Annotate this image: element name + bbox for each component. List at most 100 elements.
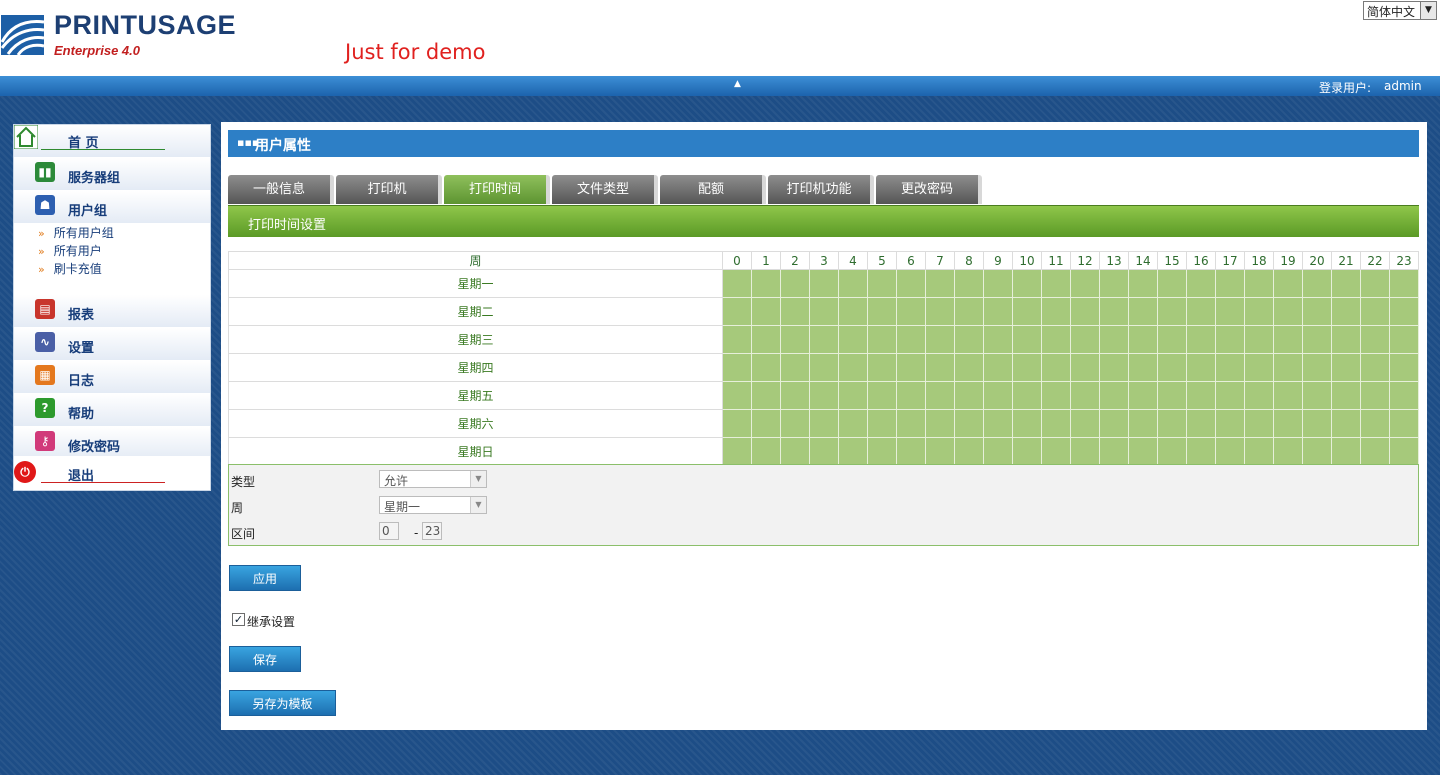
time-slot-cell[interactable] xyxy=(1302,381,1332,410)
time-slot-cell[interactable] xyxy=(954,409,984,438)
time-slot-cell[interactable] xyxy=(867,269,897,298)
time-slot-cell[interactable] xyxy=(1244,325,1274,354)
time-slot-cell[interactable] xyxy=(751,437,781,466)
time-slot-cell[interactable] xyxy=(1128,297,1158,326)
time-slot-cell[interactable] xyxy=(1331,381,1361,410)
time-slot-cell[interactable] xyxy=(1389,269,1419,298)
time-slot-cell[interactable] xyxy=(1360,437,1390,466)
time-slot-cell[interactable] xyxy=(1186,269,1216,298)
time-slot-cell[interactable] xyxy=(1244,297,1274,326)
time-slot-cell[interactable] xyxy=(1012,297,1042,326)
time-slot-cell[interactable] xyxy=(1186,353,1216,382)
chevron-down-icon[interactable]: ▼ xyxy=(1420,2,1436,19)
tab-print-time[interactable]: 打印时间 xyxy=(444,175,550,204)
time-slot-cell[interactable] xyxy=(1360,269,1390,298)
time-slot-cell[interactable] xyxy=(838,353,868,382)
time-slot-cell[interactable] xyxy=(1070,381,1100,410)
time-slot-cell[interactable] xyxy=(1244,353,1274,382)
time-slot-cell[interactable] xyxy=(1070,297,1100,326)
time-slot-cell[interactable] xyxy=(1041,381,1071,410)
time-slot-cell[interactable] xyxy=(925,409,955,438)
sidebar-item-user-group[interactable]: ☗ 用户组 xyxy=(14,191,210,224)
time-slot-cell[interactable] xyxy=(722,297,752,326)
time-slot-cell[interactable] xyxy=(1099,325,1129,354)
time-slot-cell[interactable] xyxy=(1157,353,1187,382)
time-slot-cell[interactable] xyxy=(1273,381,1303,410)
sidebar-subitem-all-user-groups[interactable]: » 所有用户组 xyxy=(38,224,114,241)
time-slot-cell[interactable] xyxy=(1389,353,1419,382)
time-slot-cell[interactable] xyxy=(1157,437,1187,466)
time-slot-cell[interactable] xyxy=(1041,325,1071,354)
time-slot-cell[interactable] xyxy=(983,297,1013,326)
sidebar-item-reports[interactable]: ▤ 报表 xyxy=(14,295,210,328)
time-slot-cell[interactable] xyxy=(1331,269,1361,298)
time-slot-cell[interactable] xyxy=(722,353,752,382)
time-slot-cell[interactable] xyxy=(1186,381,1216,410)
time-slot-cell[interactable] xyxy=(983,325,1013,354)
time-slot-cell[interactable] xyxy=(838,381,868,410)
time-slot-cell[interactable] xyxy=(751,269,781,298)
time-slot-cell[interactable] xyxy=(780,381,810,410)
sidebar-item-home[interactable]: 首 页 xyxy=(14,125,210,158)
time-slot-cell[interactable] xyxy=(1331,409,1361,438)
time-slot-cell[interactable] xyxy=(983,381,1013,410)
time-slot-cell[interactable] xyxy=(1070,325,1100,354)
time-slot-cell[interactable] xyxy=(1302,325,1332,354)
time-slot-cell[interactable] xyxy=(1099,353,1129,382)
time-slot-cell[interactable] xyxy=(1331,437,1361,466)
time-slot-cell[interactable] xyxy=(867,325,897,354)
time-slot-cell[interactable] xyxy=(983,437,1013,466)
time-slot-cell[interactable] xyxy=(954,297,984,326)
time-slot-cell[interactable] xyxy=(809,409,839,438)
time-slot-cell[interactable] xyxy=(867,353,897,382)
time-slot-cell[interactable] xyxy=(751,409,781,438)
time-slot-cell[interactable] xyxy=(1099,381,1129,410)
save-button[interactable]: 保存 xyxy=(229,646,301,672)
time-slot-cell[interactable] xyxy=(1012,381,1042,410)
time-slot-cell[interactable] xyxy=(809,325,839,354)
time-slot-cell[interactable] xyxy=(751,297,781,326)
time-slot-cell[interactable] xyxy=(1389,409,1419,438)
week-select[interactable]: 星期一 ▼ xyxy=(379,496,487,514)
time-slot-cell[interactable] xyxy=(1302,353,1332,382)
time-slot-cell[interactable] xyxy=(867,437,897,466)
time-slot-cell[interactable] xyxy=(722,325,752,354)
time-slot-cell[interactable] xyxy=(1244,381,1274,410)
time-slot-cell[interactable] xyxy=(1099,297,1129,326)
time-slot-cell[interactable] xyxy=(1389,381,1419,410)
time-slot-cell[interactable] xyxy=(1302,437,1332,466)
time-slot-cell[interactable] xyxy=(838,325,868,354)
sidebar-item-settings[interactable]: ∿ 设置 xyxy=(14,328,210,361)
time-slot-cell[interactable] xyxy=(954,381,984,410)
time-slot-cell[interactable] xyxy=(1273,269,1303,298)
time-slot-cell[interactable] xyxy=(896,269,926,298)
time-slot-cell[interactable] xyxy=(1128,269,1158,298)
time-slot-cell[interactable] xyxy=(1215,437,1245,466)
time-slot-cell[interactable] xyxy=(867,409,897,438)
time-slot-cell[interactable] xyxy=(1012,325,1042,354)
time-slot-cell[interactable] xyxy=(954,437,984,466)
time-slot-cell[interactable] xyxy=(722,437,752,466)
time-slot-cell[interactable] xyxy=(954,325,984,354)
time-slot-cell[interactable] xyxy=(1041,297,1071,326)
time-slot-cell[interactable] xyxy=(780,353,810,382)
time-slot-cell[interactable] xyxy=(896,325,926,354)
time-slot-cell[interactable] xyxy=(867,381,897,410)
time-slot-cell[interactable] xyxy=(1360,325,1390,354)
time-slot-cell[interactable] xyxy=(1012,437,1042,466)
time-slot-cell[interactable] xyxy=(1041,269,1071,298)
time-slot-cell[interactable] xyxy=(1302,409,1332,438)
collapse-up-icon[interactable]: ▲ xyxy=(734,79,741,89)
time-slot-cell[interactable] xyxy=(1215,269,1245,298)
type-select[interactable]: 允许 ▼ xyxy=(379,470,487,488)
time-slot-cell[interactable] xyxy=(1186,409,1216,438)
time-slot-cell[interactable] xyxy=(809,297,839,326)
time-slot-cell[interactable] xyxy=(1331,297,1361,326)
time-slot-cell[interactable] xyxy=(1070,353,1100,382)
time-slot-cell[interactable] xyxy=(722,269,752,298)
language-select[interactable]: 简体中文 ▼ xyxy=(1363,1,1437,20)
time-slot-cell[interactable] xyxy=(1273,325,1303,354)
time-slot-cell[interactable] xyxy=(1041,353,1071,382)
sidebar-subitem-card-recharge[interactable]: » 刷卡充值 xyxy=(38,260,102,277)
tab-general-info[interactable]: 一般信息 xyxy=(228,175,334,204)
